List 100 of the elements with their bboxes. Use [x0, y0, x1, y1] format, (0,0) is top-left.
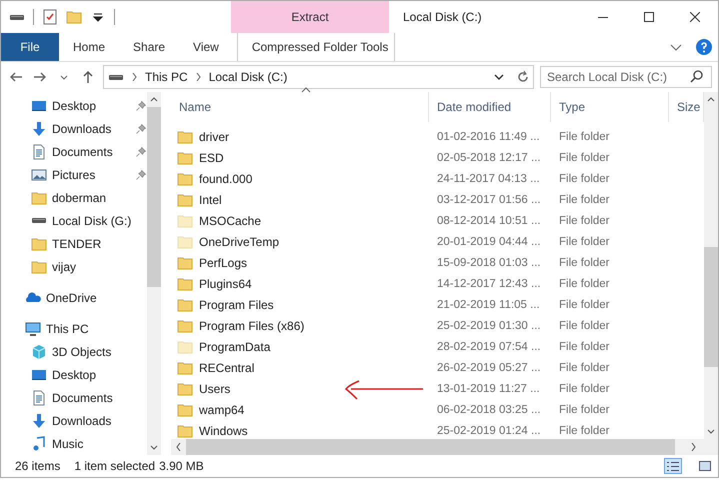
list-icon	[667, 462, 679, 470]
drive-icon	[32, 218, 46, 223]
table-cell-text: 20-01-2019 04:44 ...	[436, 236, 542, 248]
ribbon-tab[interactable]: Compressed Folder Tools	[236, 33, 395, 61]
ribbon-tab[interactable]: View	[179, 33, 233, 61]
scroll-down-icon[interactable]	[707, 429, 715, 434]
file-name[interactable]: wamp64	[199, 402, 244, 416]
document-icon	[31, 144, 47, 160]
nav-item[interactable]: Desktop	[52, 98, 130, 112]
nav-item[interactable]: OneDrive	[46, 290, 147, 304]
details-view-button[interactable]	[664, 458, 682, 474]
nav-item[interactable]: vijay	[52, 260, 147, 274]
ribbon-tab[interactable]: Home	[59, 33, 120, 61]
file-name[interactable]: PerfLogs	[199, 256, 248, 270]
close-icon	[690, 12, 700, 22]
nav-item[interactable]: 3D Objects	[52, 344, 147, 358]
selection-status: 1 item selected	[74, 459, 156, 473]
file-name[interactable]: ProgramData	[199, 340, 270, 354]
table-cell-text: 06-02-2018 03:25 ...	[436, 404, 542, 416]
file-name[interactable]: driver	[199, 130, 230, 144]
folder-icon	[66, 9, 82, 25]
chevron-right-icon	[196, 73, 201, 81]
scrollbar[interactable]	[171, 439, 718, 455]
search-field[interactable]: Search Local Disk (C:)	[540, 66, 712, 88]
drive-icon	[10, 14, 24, 20]
table-cell-text: 25-02-2019 01:30 ...	[436, 320, 542, 332]
table-cell-text: 21-02-2019 11:05 ...	[436, 298, 541, 310]
drive-icon	[109, 74, 123, 80]
address-bar[interactable]: This PC Local Disk (C:)	[103, 65, 534, 89]
cube-icon	[31, 344, 47, 360]
file-name[interactable]: RECentral	[199, 360, 254, 374]
column-header[interactable]: Type	[551, 92, 669, 122]
window-title: Local Disk (C:)	[402, 9, 483, 26]
file-name[interactable]: Program Files (x86)	[199, 318, 304, 332]
scroll-up-icon[interactable]	[707, 97, 715, 102]
chevron-right-icon	[132, 73, 137, 81]
search-icon	[689, 69, 705, 85]
checklist-icon[interactable]	[42, 9, 58, 25]
table-cell-text: 15-09-2018 01:03 ...	[436, 256, 542, 268]
table-cell-text: File folder	[558, 152, 610, 164]
file-name[interactable]: OneDriveTemp	[199, 234, 280, 248]
nav-item[interactable]: Desktop	[52, 368, 147, 382]
document-icon	[31, 390, 47, 406]
file-name[interactable]: ESD	[199, 150, 224, 164]
table-cell-text: File folder	[558, 214, 610, 226]
picture-icon	[31, 166, 47, 182]
scroll-down-icon[interactable]	[150, 445, 158, 450]
table-cell-text: 14-12-2017 12:43 ...	[436, 278, 542, 290]
selection-size: 3.90 MB	[159, 459, 204, 473]
music-note-icon	[31, 436, 47, 452]
scroll-right-icon[interactable]	[691, 443, 696, 451]
ribbon-tab[interactable]: Share	[119, 33, 180, 61]
breadcrumb[interactable]: Local Disk (C:)	[208, 70, 288, 84]
file-name[interactable]: Plugins64	[199, 276, 252, 290]
table-cell-text: 01-02-2016 11:49 ...	[436, 130, 541, 142]
down-arrow-icon	[31, 120, 47, 136]
scroll-left-icon[interactable]	[176, 443, 181, 451]
table-cell-text: File folder	[558, 340, 610, 352]
nav-item[interactable]: Local Disk (G:)	[52, 214, 147, 228]
nav-item[interactable]: Pictures	[52, 168, 130, 182]
down-arrow-icon	[31, 412, 47, 428]
folder-icon	[31, 236, 47, 252]
nav-item[interactable]: Documents	[52, 390, 147, 404]
table-cell-text: File folder	[558, 382, 610, 394]
pin-icon	[135, 100, 147, 112]
maximize-icon	[644, 12, 654, 22]
table-cell-text: 03-12-2017 01:56 ...	[436, 194, 542, 206]
large-icons-view-button[interactable]	[696, 458, 714, 474]
ribbon-tab[interactable]: File	[1, 33, 59, 61]
table-cell-text: File folder	[558, 404, 610, 416]
nav-item[interactable]: doberman	[52, 190, 147, 204]
scroll-up-icon[interactable]	[150, 97, 158, 102]
nav-item[interactable]: Downloads	[52, 122, 130, 136]
column-header[interactable]: Name	[171, 92, 429, 122]
file-name[interactable]: Users	[199, 382, 230, 396]
table-cell-text: File folder	[558, 278, 610, 290]
help-icon[interactable]	[696, 39, 712, 55]
table-cell-text: 08-12-2014 10:51 ...	[436, 214, 542, 226]
chevron-down-icon	[60, 74, 68, 80]
file-name[interactable]: found.000	[199, 172, 252, 186]
file-name[interactable]: Windows	[199, 424, 248, 438]
file-name[interactable]: Program Files	[199, 298, 274, 312]
context-group-label: Extract	[231, 1, 389, 33]
nav-item[interactable]: This PC	[46, 322, 147, 336]
nav-item[interactable]: Music	[52, 436, 147, 450]
scrollbar[interactable]	[704, 92, 718, 439]
nav-item[interactable]: TENDER	[52, 236, 147, 250]
breadcrumb[interactable]: This PC	[145, 70, 188, 84]
table-cell-text: File folder	[558, 320, 610, 332]
column-header[interactable]: Date modified	[429, 92, 551, 122]
folder-icon	[31, 190, 47, 206]
scrollbar[interactable]	[147, 92, 161, 455]
nav-item[interactable]: Downloads	[52, 414, 147, 428]
item-count: 26 items	[15, 459, 60, 473]
table-cell-text: 24-11-2017 04:13 ...	[436, 172, 541, 184]
file-name[interactable]: MSOCache	[199, 214, 262, 228]
file-name[interactable]: Intel	[199, 192, 222, 206]
table-cell-text: File folder	[558, 194, 610, 206]
table-cell-text: File folder	[558, 256, 610, 268]
nav-item[interactable]: Documents	[52, 144, 130, 158]
